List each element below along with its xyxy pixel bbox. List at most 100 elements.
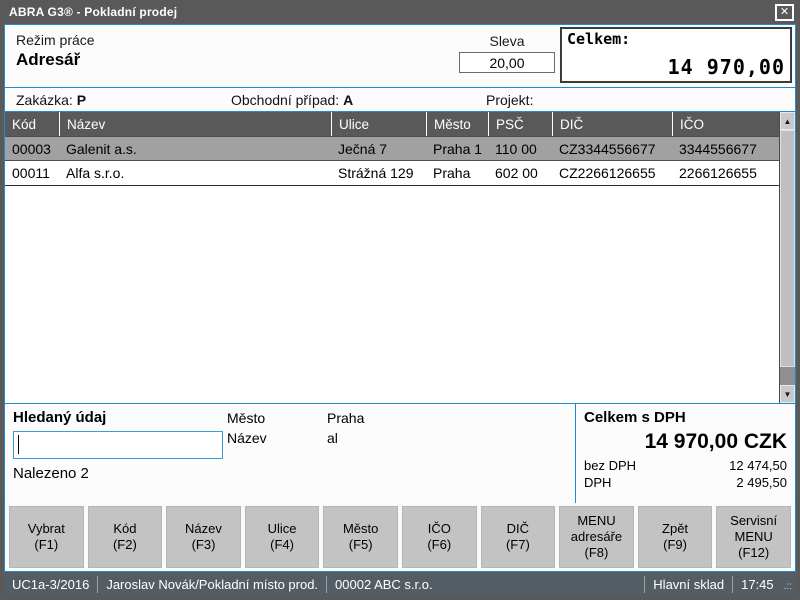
cell-psc: 602 00 [488,161,552,185]
button-label: Kód [113,521,136,537]
button-label: DIČ [507,521,529,537]
select-f1-button[interactable]: Vybrat (F1) [9,506,84,568]
work-mode: Režim práce Adresář [16,29,95,70]
filter-field: Město [227,408,327,428]
vertical-scrollbar[interactable]: ▲ ▼ [780,112,795,403]
vat-label: DPH [584,475,611,490]
col-header-mesto[interactable]: Město [426,112,488,136]
street-f4-button[interactable]: Ulice (F4) [245,506,320,568]
col-header-nazev[interactable]: Název [59,112,331,136]
close-button[interactable]: ✕ [775,4,794,21]
work-mode-value: Adresář [16,50,95,70]
col-header-ulice[interactable]: Ulice [331,112,426,136]
total-without-vat-value: 12 474,50 [729,458,787,473]
order-value: P [77,92,86,108]
filter-value: al [327,428,338,448]
table-header-row: Kód Název Ulice Město PSČ DIČ IČO [5,112,779,136]
code-f2-button[interactable]: Kód (F2) [88,506,163,568]
totals-panel: Celkem s DPH 14 970,00 CZK bez DPH 12 47… [575,404,795,503]
text-caret [18,435,19,454]
address-menu-f8-button[interactable]: MENU adresáře (F8) [559,506,634,568]
cell-nazev: Alfa s.r.o. [59,161,331,185]
cell-psc: 110 00 [488,137,552,160]
filter-field: Název [227,428,327,448]
cell-kod: 00011 [5,161,59,185]
table-row[interactable]: 00003 Galenit a.s. Ječná 7 Praha 1 110 0… [5,136,779,161]
scroll-up-button[interactable]: ▲ [780,112,795,130]
dic-f7-button[interactable]: DIČ (F7) [481,506,556,568]
button-fkey: (F5) [349,537,373,553]
total-display-label: Celkem: [567,30,785,48]
scroll-up-icon: ▲ [784,117,792,126]
resize-grip-icon[interactable]: .:: [782,577,796,592]
function-key-bar: Vybrat (F1) Kód (F2) Název (F3) Ulice (F… [5,503,795,571]
discount-label: Sleva [459,33,555,49]
button-label: Město [343,521,378,537]
button-label: IČO [428,521,451,537]
status-company: 00002 ABC s.r.o. [327,577,441,592]
cell-dic: CZ2266126655 [552,161,672,185]
button-label: Zpět [662,521,688,537]
scrollbar-track[interactable] [780,367,795,385]
business-case-info: Obchodní případ: A [231,92,486,108]
status-clock: 17:45 [733,577,782,592]
order-label: Zakázka: [16,92,73,108]
scrollbar-thumb[interactable] [780,130,795,367]
city-f5-button[interactable]: Město (F5) [323,506,398,568]
titlebar: ABRA G3® - Pokladní prodej ✕ [0,0,800,24]
project-info: Projekt: [486,92,533,108]
cell-ico: 2266126655 [672,161,779,185]
button-fkey: (F7) [506,537,530,553]
scroll-down-button[interactable]: ▼ [780,385,795,403]
business-case-value: A [343,92,353,108]
top-panel: Režim práce Adresář Sleva 20,00 Celkem: … [5,25,795,88]
address-table-zone: Kód Název Ulice Město PSČ DIČ IČO 00003 … [5,112,795,403]
cell-dic: CZ3344556677 [552,137,672,160]
context-row: Zakázka: P Obchodní případ: A Projekt: [5,88,795,112]
cell-ulice: Strážná 129 [331,161,426,185]
col-header-kod[interactable]: Kód [5,112,59,136]
back-f9-button[interactable]: Zpět (F9) [638,506,713,568]
total-with-vat: 14 970,00 CZK [584,430,787,454]
search-panel: Hledaný údaj Nalezeno 2 Město Praha Náze… [5,404,575,503]
filter-row: Město Praha [227,408,364,428]
discount-value-field[interactable]: 20,00 [459,52,555,73]
cell-mesto: Praha 1 [426,137,488,160]
search-results-count: Nalezeno 2 [13,465,575,482]
button-fkey: (F2) [113,537,137,553]
search-input-wrap [13,431,223,459]
vat-row: DPH 2 495,50 [584,475,787,490]
project-label: Projekt: [486,92,533,108]
button-fkey: (F6) [427,537,451,553]
status-user-station: Jaroslav Novák/Pokladní místo prod. [98,577,326,592]
table-row[interactable]: 00011 Alfa s.r.o. Strážná 129 Praha 602 … [5,161,779,186]
button-fkey: (F9) [663,537,687,553]
button-label: MENU adresáře [560,513,633,546]
service-menu-f12-button[interactable]: Servisní MENU (F12) [716,506,791,568]
col-header-dic[interactable]: DIČ [552,112,672,136]
button-fkey: (F4) [270,537,294,553]
status-bar: UC1a-3/2016 Jaroslav Novák/Pokladní míst… [4,572,796,596]
total-without-vat-label: bez DPH [584,458,636,473]
window-title: ABRA G3® - Pokladní prodej [9,5,177,19]
button-label: Vybrat [28,521,65,537]
total-display-value: 14 970,00 [567,55,785,79]
window-frame-bottom [0,596,800,600]
search-input[interactable] [13,431,223,459]
ico-f6-button[interactable]: IČO (F6) [402,506,477,568]
cell-ulice: Ječná 7 [331,137,426,160]
col-header-psc[interactable]: PSČ [488,112,552,136]
button-fkey: (F3) [192,537,216,553]
active-filters: Město Praha Název al [227,408,364,448]
table-empty-area [5,186,779,403]
app-window: ABRA G3® - Pokladní prodej ✕ Režim práce… [0,0,800,600]
name-f3-button[interactable]: Název (F3) [166,506,241,568]
button-label: Servisní MENU [717,513,790,546]
button-fkey: (F12) [738,545,769,561]
filter-value: Praha [327,408,364,428]
main-content: Režim práce Adresář Sleva 20,00 Celkem: … [4,24,796,572]
cell-mesto: Praha [426,161,488,185]
col-header-ico[interactable]: IČO [672,112,779,136]
cell-kod: 00003 [5,137,59,160]
total-display: Celkem: 14 970,00 [560,27,792,83]
